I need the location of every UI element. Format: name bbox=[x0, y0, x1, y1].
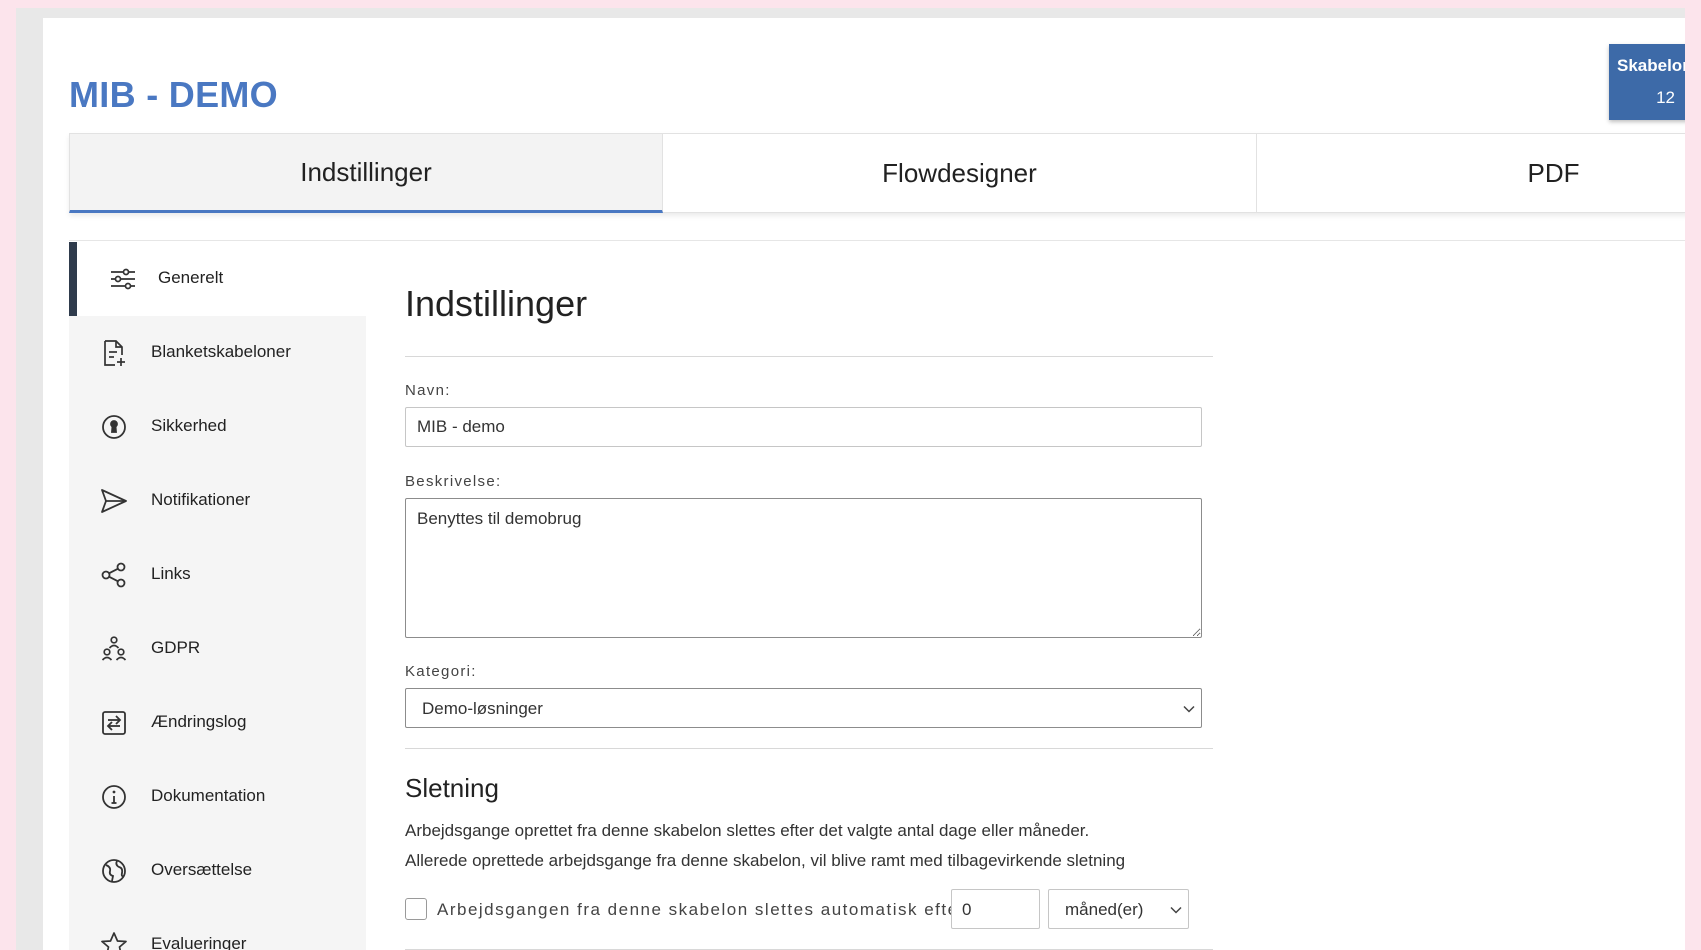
delete-after-amount-value: 0 bbox=[962, 900, 972, 919]
settings-heading: Indstillinger bbox=[405, 283, 588, 324]
deletion-heading: Sletning bbox=[405, 773, 499, 803]
main-tabs: Indstillinger Flowdesigner PDF bbox=[69, 133, 1685, 213]
star-icon bbox=[101, 932, 127, 950]
name-label: Navn: bbox=[405, 382, 451, 399]
sidebar-item-label: Ændringslog bbox=[151, 712, 247, 731]
chevron-down-icon bbox=[1183, 705, 1195, 713]
lock-circle-icon bbox=[102, 415, 126, 439]
app-title: MIB - DEMO bbox=[69, 74, 278, 115]
delete-after-amount-input[interactable]: 0 bbox=[951, 889, 1040, 929]
send-icon bbox=[101, 489, 127, 513]
sidebar-item-blanketskabeloner[interactable]: Blanketskabeloner bbox=[69, 316, 366, 390]
delete-after-unit-select[interactable]: måned(er) bbox=[1048, 889, 1189, 929]
swap-icon bbox=[102, 711, 126, 735]
description-label: Beskrivelse: bbox=[405, 473, 502, 490]
sidebar-item-label: Notifikationer bbox=[151, 490, 251, 509]
people-icon bbox=[101, 636, 127, 661]
category-value: Demo-løsninger bbox=[422, 699, 543, 718]
sidebar-item-oversaettelse[interactable]: Oversættelse bbox=[69, 834, 366, 908]
sidebar-item-notifikationer[interactable]: Notifikationer bbox=[69, 464, 366, 538]
auto-delete-label: Arbejdsgangen fra denne skabelon slettes… bbox=[437, 900, 966, 919]
sidebar-item-evalueringer[interactable]: Evalueringer bbox=[69, 908, 366, 950]
category-select[interactable]: Demo-løsninger bbox=[405, 688, 1202, 728]
share-icon bbox=[101, 562, 126, 588]
auto-delete-checkbox[interactable] bbox=[405, 898, 427, 920]
settings-sidebar: Generelt Blanketskabeloner Sikkerhed Not… bbox=[69, 242, 366, 950]
badge-count: 12 bbox=[1656, 88, 1675, 107]
badge-label: Skabelon bbox=[1617, 56, 1685, 75]
sidebar-item-links[interactable]: Links bbox=[69, 538, 366, 612]
sidebar-item-label: Links bbox=[151, 564, 191, 583]
sidebar-item-label: Oversættelse bbox=[151, 860, 253, 879]
sliders-icon bbox=[111, 268, 135, 290]
sidebar-item-dokumentation[interactable]: Dokumentation bbox=[69, 760, 366, 834]
tab-indstillinger[interactable]: Indstillinger bbox=[69, 133, 663, 213]
sidebar-item-label: Dokumentation bbox=[151, 786, 266, 805]
tab-pdf[interactable]: PDF bbox=[1257, 133, 1685, 213]
sidebar-item-label: Sikkerhed bbox=[151, 416, 227, 435]
globe-icon bbox=[102, 859, 126, 883]
sidebar-item-label: Evalueringer bbox=[151, 934, 247, 950]
sidebar-item-generelt[interactable]: Generelt bbox=[69, 242, 366, 316]
category-label: Kategori: bbox=[405, 663, 477, 680]
name-field[interactable] bbox=[405, 407, 1202, 447]
sidebar-item-label: Generelt bbox=[158, 268, 224, 287]
section-divider bbox=[405, 748, 1213, 749]
page-scrollbar[interactable] bbox=[1685, 0, 1701, 950]
section-divider bbox=[69, 240, 1685, 241]
sidebar-item-sikkerhed[interactable]: Sikkerhed bbox=[69, 390, 366, 464]
deletion-description-2: Allerede oprettede arbejdsgange fra denn… bbox=[405, 851, 1126, 870]
heading-divider bbox=[405, 356, 1213, 357]
deletion-description-1: Arbejdsgange oprettet fra denne skabelon… bbox=[405, 821, 1090, 840]
sidebar-item-aendringslog[interactable]: Ændringslog bbox=[69, 686, 366, 760]
template-count-badge[interactable]: Skabelon 12 bbox=[1609, 44, 1685, 120]
template-card: MIB - DEMO Skabelon 12 Indstillinger Flo… bbox=[43, 18, 1685, 950]
sidebar-item-label: GDPR bbox=[151, 638, 201, 657]
description-field[interactable]: Benyttes til demobrug bbox=[405, 498, 1202, 638]
tab-flowdesigner[interactable]: Flowdesigner bbox=[663, 133, 1257, 213]
document-add-icon bbox=[104, 340, 125, 366]
chevron-down-icon bbox=[1170, 906, 1182, 914]
sidebar-item-label: Blanketskabeloner bbox=[151, 342, 291, 361]
delete-after-unit-value: måned(er) bbox=[1065, 900, 1144, 919]
sidebar-item-gdpr[interactable]: GDPR bbox=[69, 612, 366, 686]
info-icon bbox=[102, 785, 126, 809]
